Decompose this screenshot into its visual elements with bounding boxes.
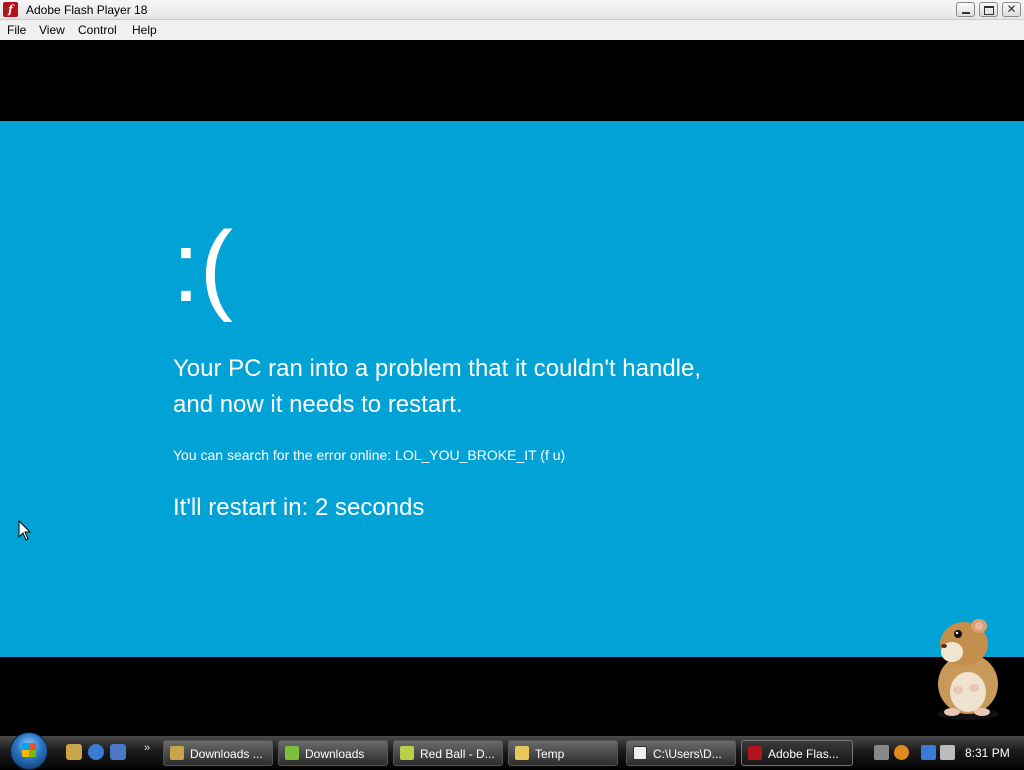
- network-icon[interactable]: [921, 745, 936, 760]
- close-icon: ✕: [1006, 2, 1017, 16]
- menu-file[interactable]: File: [7, 23, 26, 37]
- taskbar-button-label: Red Ball - D...: [420, 747, 495, 761]
- menu-control[interactable]: Control: [78, 23, 117, 37]
- quicklaunch-browser-icon[interactable]: [88, 744, 104, 760]
- folder-download-icon: [170, 746, 184, 760]
- flash-icon: [748, 746, 762, 760]
- taskbar-button-label: C:\Users\D...: [653, 747, 722, 761]
- window-title: Adobe Flash Player 18: [26, 3, 148, 17]
- taskbar-button-7zip[interactable]: C:\Users\D...: [626, 740, 736, 766]
- menu-view[interactable]: View: [39, 23, 65, 37]
- flash-stage[interactable]: :( Your PC ran into a problem that it co…: [0, 121, 1024, 657]
- taskbar-button-red-ball[interactable]: Red Ball - D...: [393, 740, 503, 766]
- error-search-text: You can search for the error online: LOL…: [173, 447, 566, 463]
- stage-letterbox-bottom: [0, 657, 1024, 736]
- folder-icon: [400, 746, 414, 760]
- folder-icon: [515, 746, 529, 760]
- taskbar-button-flash-player[interactable]: Adobe Flas...: [741, 740, 853, 766]
- menu-help[interactable]: Help: [132, 23, 157, 37]
- taskbar-button-downloads-1[interactable]: Downloads ...: [163, 740, 273, 766]
- error-message-line2: and now it needs to restart.: [173, 391, 463, 418]
- taskbar: » Downloads ... Downloads Red Ball - D..…: [0, 732, 1024, 770]
- maximize-button[interactable]: [979, 2, 998, 17]
- minimize-icon: [962, 12, 970, 14]
- restart-countdown: It'll restart in: 2 seconds: [173, 494, 425, 521]
- folder-icon: [285, 746, 299, 760]
- taskbar-button-label: Downloads: [305, 747, 365, 761]
- 7zip-icon: [633, 746, 647, 760]
- volume-muted-icon[interactable]: [940, 745, 955, 760]
- taskbar-clock[interactable]: 8:31 PM: [965, 746, 1010, 760]
- taskbar-button-temp[interactable]: Temp: [508, 740, 618, 766]
- start-button[interactable]: [10, 732, 48, 770]
- window-title-bar[interactable]: f Adobe Flash Player 18 ✕: [0, 0, 1024, 20]
- close-button[interactable]: ✕: [1002, 2, 1021, 17]
- error-message-line1: Your PC ran into a problem that it could…: [173, 355, 702, 382]
- menu-bar: File View Control Help: [0, 20, 1024, 40]
- taskbar-button-label: Temp: [535, 747, 565, 761]
- taskbar-button-label: Adobe Flas...: [768, 747, 839, 761]
- taskbar-button-label: Downloads ...: [190, 747, 263, 761]
- windows-logo-icon: [22, 743, 36, 757]
- minimize-button[interactable]: [956, 2, 975, 17]
- quicklaunch-show-desktop-icon[interactable]: [66, 744, 82, 760]
- hamster-image: [938, 619, 998, 720]
- maximize-icon: [984, 6, 994, 15]
- taskbar-button-downloads-2[interactable]: Downloads: [278, 740, 388, 766]
- tray-search-icon[interactable]: [894, 745, 909, 760]
- tray-app-icon[interactable]: [874, 745, 889, 760]
- quicklaunch-more-icon[interactable]: »: [144, 742, 150, 754]
- quicklaunch-computer-icon[interactable]: [110, 744, 126, 760]
- sad-face: :(: [172, 211, 234, 323]
- mouse-cursor-icon: [18, 520, 32, 541]
- flash-player-icon: f: [3, 2, 18, 17]
- error-message: Your PC ran into a problem that it could…: [173, 351, 773, 423]
- stage-letterbox-top: [0, 40, 1024, 121]
